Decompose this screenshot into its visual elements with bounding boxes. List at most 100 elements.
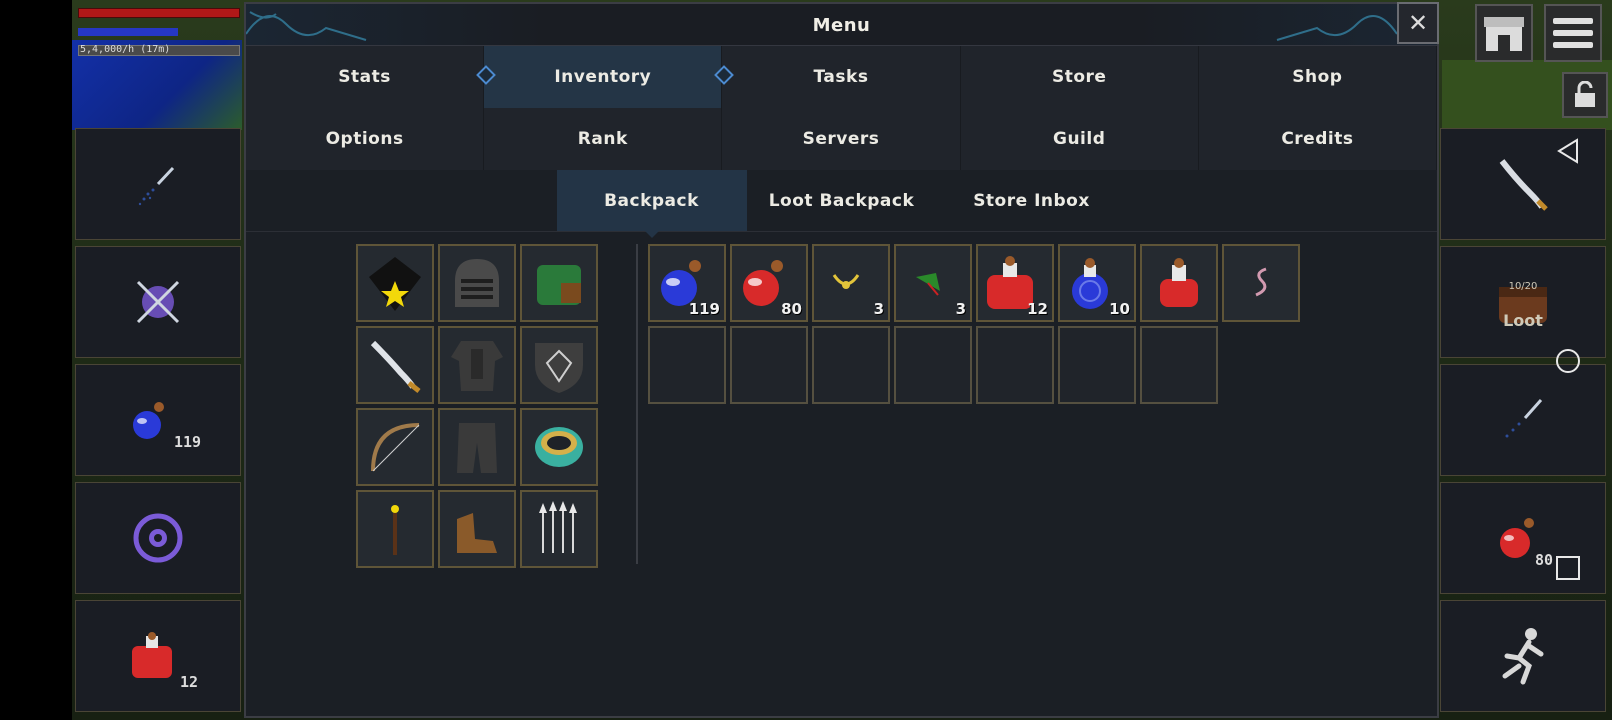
equip-slot-wand[interactable] <box>356 490 434 568</box>
equip-slot-helmet[interactable] <box>438 244 516 322</box>
backpack-slot-12[interactable] <box>894 326 972 404</box>
tab-stats[interactable]: Stats <box>246 46 497 108</box>
close-button[interactable]: ✕ <box>1397 2 1439 44</box>
backpack-slot-7[interactable] <box>1140 244 1218 322</box>
backpack-slot-5[interactable]: 12 <box>976 244 1054 322</box>
loot-capacity: 10/20 <box>1508 281 1538 292</box>
arrows-icon <box>539 501 577 553</box>
menu-title: Menu <box>812 15 871 36</box>
crossed-swords-icon <box>136 280 180 324</box>
wand-icon <box>391 505 399 555</box>
equip-slot-weapon[interactable] <box>356 326 434 404</box>
bow-icon <box>371 423 420 472</box>
inventory-content: 119 80 3 3 12 10 <box>246 232 1437 712</box>
tab-label: Guild <box>1053 129 1106 149</box>
run-icon <box>1502 628 1544 685</box>
tab-inventory[interactable]: Inventory <box>484 46 735 108</box>
platelegs-icon <box>457 423 497 473</box>
lock-icon[interactable] <box>1562 72 1608 118</box>
tab-options[interactable]: Options <box>246 108 485 170</box>
backpack-slot-10[interactable] <box>730 326 808 404</box>
platebody-icon <box>451 341 503 391</box>
helmet-icon <box>455 259 499 307</box>
panel-divider <box>636 244 638 564</box>
equip-slot-ammo[interactable] <box>520 490 598 568</box>
right-slot-5[interactable] <box>1440 600 1606 712</box>
loot-bag-slot[interactable]: 10/20 Loot <box>1440 246 1606 358</box>
worm-icon <box>1255 267 1267 297</box>
target-icon <box>133 513 183 563</box>
item-quantity: 3 <box>955 300 966 318</box>
backpack-slot-9[interactable] <box>648 326 726 404</box>
backpack-slot-11[interactable] <box>812 326 890 404</box>
backpack-slot-1[interactable]: 119 <box>648 244 726 322</box>
tab-label: Servers <box>802 129 880 149</box>
equip-slot-ranged[interactable] <box>356 408 434 486</box>
tab-credits[interactable]: Credits <box>1198 108 1437 170</box>
blue-potion-icon <box>133 402 164 439</box>
backpack-slot-3[interactable]: 3 <box>812 244 890 322</box>
ornament-right <box>1276 15 1397 41</box>
hood-icon <box>369 257 421 311</box>
slot-count: 12 <box>180 673 199 691</box>
slot-count: 80 <box>1535 551 1554 569</box>
tab-label: Options <box>325 129 404 149</box>
backpack-slot-14[interactable] <box>1058 326 1136 404</box>
sword-icon <box>138 166 175 206</box>
tab-servers[interactable]: Servers <box>722 108 961 170</box>
equip-slot-back[interactable] <box>520 244 598 322</box>
left-slot-2[interactable] <box>75 246 241 358</box>
xp-rate-text: 5,4,000/h (17m) <box>80 44 171 55</box>
hamburger-menu-icon[interactable] <box>1544 4 1602 62</box>
tab-label: Tasks <box>813 67 869 87</box>
tab-rank[interactable]: Rank <box>484 108 723 170</box>
left-slot-4[interactable] <box>75 482 241 594</box>
back-nav-icon[interactable] <box>1555 138 1581 164</box>
right-slot-4[interactable]: 80 <box>1440 482 1606 594</box>
menu-tabs: Stats Inventory Tasks Store Shop Options… <box>246 46 1437 170</box>
tab-label: Store <box>1051 67 1107 87</box>
scimitar-icon <box>370 340 421 393</box>
left-slot-1[interactable] <box>75 128 241 240</box>
backpack-icon <box>537 265 581 305</box>
equip-slot-ring[interactable] <box>520 408 598 486</box>
amulet-icon <box>832 274 860 289</box>
right-slot-3[interactable] <box>1440 364 1606 476</box>
scimitar-icon <box>1499 159 1548 211</box>
swirl-potion-icon <box>1072 258 1108 309</box>
right-slot-1[interactable] <box>1440 128 1606 240</box>
equip-slot-head[interactable] <box>356 244 434 322</box>
left-slot-5[interactable]: 12 <box>75 600 241 712</box>
backpack-slot-2[interactable]: 80 <box>730 244 808 322</box>
inventory-subtabs: Backpack Loot Backpack Store Inbox <box>246 170 1437 238</box>
left-slot-3[interactable]: 119 <box>75 364 241 476</box>
backpack-slot-4[interactable]: 3 <box>894 244 972 322</box>
red-flask-icon <box>1160 258 1198 307</box>
tab-guild[interactable]: Guild <box>960 108 1199 170</box>
tab-label: Stats <box>338 67 391 87</box>
tab-store[interactable]: Store <box>960 46 1199 108</box>
tab-tasks[interactable]: Tasks <box>722 46 961 108</box>
shop-icon[interactable] <box>1475 4 1533 62</box>
backpack-slot-6[interactable]: 10 <box>1058 244 1136 322</box>
home-nav-icon[interactable] <box>1555 348 1581 374</box>
backpack-slot-8[interactable] <box>1222 244 1300 322</box>
equip-slot-legs[interactable] <box>438 408 516 486</box>
subtab-backpack[interactable]: Backpack <box>556 170 747 238</box>
shield-icon <box>535 343 583 393</box>
item-quantity: 80 <box>781 300 802 318</box>
tab-label: Rank <box>577 129 628 149</box>
backpack-slot-13[interactable] <box>976 326 1054 404</box>
tab-shop[interactable]: Shop <box>1198 46 1437 108</box>
subtab-loot-backpack[interactable]: Loot Backpack <box>747 170 937 231</box>
menu-window: Menu ✕ Stats Inventory Tasks Store Shop … <box>244 2 1439 718</box>
health-bar <box>78 8 240 18</box>
red-potion-icon <box>132 632 172 678</box>
menu-title-bar: Menu ✕ <box>246 2 1439 46</box>
subtab-store-inbox[interactable]: Store Inbox <box>937 170 1127 231</box>
equip-slot-feet[interactable] <box>438 490 516 568</box>
backpack-slot-15[interactable] <box>1140 326 1218 404</box>
equip-slot-body[interactable] <box>438 326 516 404</box>
equip-slot-shield[interactable] <box>520 326 598 404</box>
recents-nav-icon[interactable] <box>1555 555 1581 581</box>
